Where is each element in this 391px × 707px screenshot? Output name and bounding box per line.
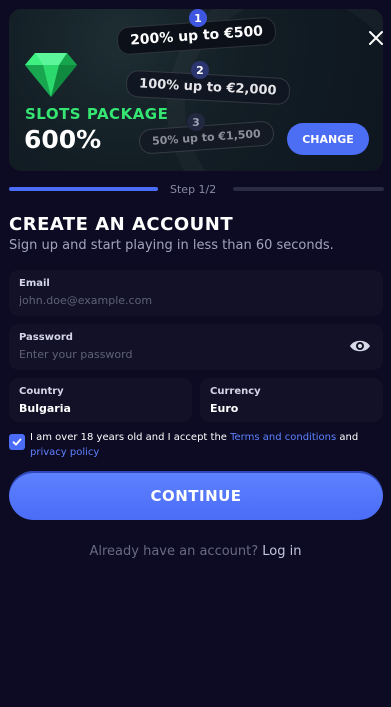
- currency-value: Euro: [210, 402, 239, 415]
- offer-badge-3: 3: [187, 113, 205, 131]
- promo-banner: 200% up to €500 1 100% up to €2,000 2 50…: [9, 9, 383, 171]
- page-title: CREATE AN ACCOUNT: [9, 214, 234, 235]
- terms-text: I am over 18 years old and I accept the …: [30, 430, 379, 460]
- package-label: SLOTS PACKAGE: [25, 105, 169, 123]
- terms-link[interactable]: Terms and conditions: [230, 432, 336, 443]
- password-label: Password: [19, 332, 73, 343]
- progress-step-1: [9, 187, 158, 191]
- currency-select[interactable]: Currency Euro: [200, 378, 383, 422]
- privacy-link[interactable]: privacy policy: [30, 447, 99, 458]
- terms-prefix: I am over 18 years old and I accept the: [30, 432, 231, 443]
- emerald-gem-icon: [25, 53, 77, 97]
- step-indicator: Step 1/2: [170, 183, 217, 196]
- checkmark-icon: [12, 438, 22, 446]
- terms-checkbox[interactable]: [9, 434, 25, 450]
- country-value: Bulgaria: [19, 402, 71, 415]
- currency-label: Currency: [210, 386, 261, 397]
- email-label: Email: [19, 278, 50, 289]
- login-prompt: Already have an account?: [89, 544, 259, 559]
- change-package-button[interactable]: CHANGE: [287, 123, 369, 155]
- progress-step-2: [233, 187, 384, 191]
- package-percent: 600%: [24, 125, 102, 154]
- email-input[interactable]: [19, 294, 373, 307]
- terms-row: I am over 18 years old and I accept the …: [9, 430, 379, 460]
- login-link[interactable]: Log in: [262, 544, 301, 559]
- eye-icon[interactable]: [349, 337, 371, 355]
- email-field[interactable]: Email: [9, 270, 383, 316]
- password-field[interactable]: Password: [9, 324, 383, 370]
- page-subtitle: Sign up and start playing in less than 6…: [9, 238, 334, 253]
- country-select[interactable]: Country Bulgaria: [9, 378, 192, 422]
- offer-badge-2: 2: [191, 61, 209, 79]
- offer-badge-1: 1: [189, 9, 207, 27]
- close-button[interactable]: [363, 25, 383, 51]
- password-input[interactable]: [19, 348, 373, 361]
- login-row: Already have an account? Log in: [0, 544, 391, 559]
- close-icon: [369, 31, 383, 45]
- terms-middle: and: [336, 432, 359, 443]
- country-label: Country: [19, 386, 64, 397]
- continue-button[interactable]: CONTINUE: [9, 471, 383, 520]
